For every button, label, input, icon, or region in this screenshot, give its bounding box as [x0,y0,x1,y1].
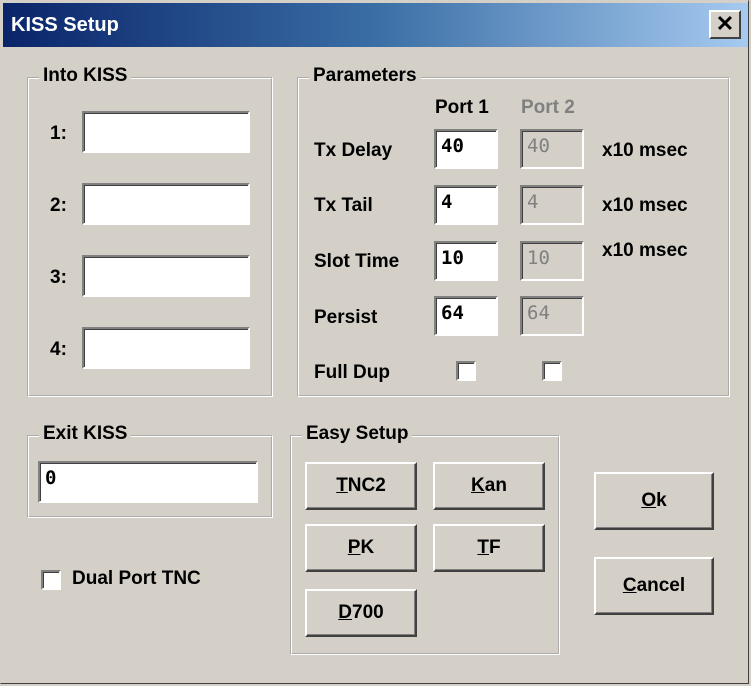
full-dup-port2-checkbox[interactable] [542,361,562,381]
close-button[interactable]: ✕ [709,10,741,39]
d700-button[interactable]: D 700 [305,589,417,637]
close-icon: ✕ [715,11,735,36]
port2-header: Port 2 [521,97,575,118]
tnc2-mnemonic: T [336,475,348,496]
cancel-button[interactable]: Cancel [594,557,714,615]
pk-mnemonic: P [347,537,361,558]
tx-tail-label: Tx Tail [314,195,373,216]
into-kiss-label-1: 1: [50,123,67,144]
tf-label: F [489,537,501,558]
exit-kiss-field[interactable]: 0 [38,461,258,503]
d700-label: 700 [352,602,384,623]
port1-header: Port 1 [435,97,489,118]
tnc2-label: NC2 [347,475,386,496]
kan-button[interactable]: Kan [433,462,545,510]
dual-port-tnc-checkbox[interactable] [41,570,61,590]
parameters-group: Parameters [297,65,730,397]
parameters-legend: Parameters [309,65,421,87]
slot-time-port1-field[interactable]: 10 [434,241,498,281]
into-kiss-field-3[interactable] [82,255,250,297]
tnc2-button[interactable]: T NC2 [305,462,417,510]
pk-button[interactable]: PK [305,524,417,572]
d700-mnemonic: D [338,602,353,623]
into-kiss-field-1[interactable] [82,111,250,153]
persist-port2-field: 64 [520,296,584,336]
cancel-label: ancel [636,575,686,596]
persist-label: Persist [314,307,378,328]
tx-tail-port1-field[interactable]: 4 [434,185,498,225]
tx-tail-unit: x10 msec [602,195,688,216]
exit-kiss-legend: Exit KISS [39,423,132,445]
ok-button[interactable]: Ok [594,472,714,530]
ok-mnemonic: O [641,490,657,511]
easy-setup-legend: Easy Setup [302,423,413,445]
tx-delay-port1-field[interactable]: 40 [434,129,498,169]
kan-label: an [484,475,507,496]
tf-mnemonic: T [477,537,489,558]
into-kiss-label-2: 2: [50,195,67,216]
tx-delay-port2-field: 40 [520,129,584,169]
into-kiss-field-4[interactable] [82,327,250,369]
title-bar[interactable]: KISS Setup ✕ [3,3,748,47]
dual-port-tnc-label: Dual Port TNC [72,568,201,589]
window-title: KISS Setup [11,14,119,36]
ok-label: k [656,490,667,511]
cancel-mnemonic: C [622,575,637,596]
slot-time-label: Slot Time [314,251,400,272]
into-kiss-label-3: 3: [50,267,67,288]
tx-delay-label: Tx Delay [314,140,393,161]
persist-port1-field[interactable]: 64 [434,296,498,336]
slot-time-unit: x10 msec [602,240,688,261]
tf-button[interactable]: TF [433,524,545,572]
slot-time-port2-field: 10 [520,241,584,281]
pk-label: K [360,537,375,558]
into-kiss-label-4: 4: [50,339,67,360]
full-dup-label: Full Dup [314,362,390,383]
into-kiss-field-2[interactable] [82,183,250,225]
tx-delay-unit: x10 msec [602,140,688,161]
into-kiss-legend: Into KISS [39,65,132,87]
full-dup-port1-checkbox[interactable] [456,361,476,381]
kan-mnemonic: K [471,475,485,496]
tx-tail-port2-field: 4 [520,185,584,225]
